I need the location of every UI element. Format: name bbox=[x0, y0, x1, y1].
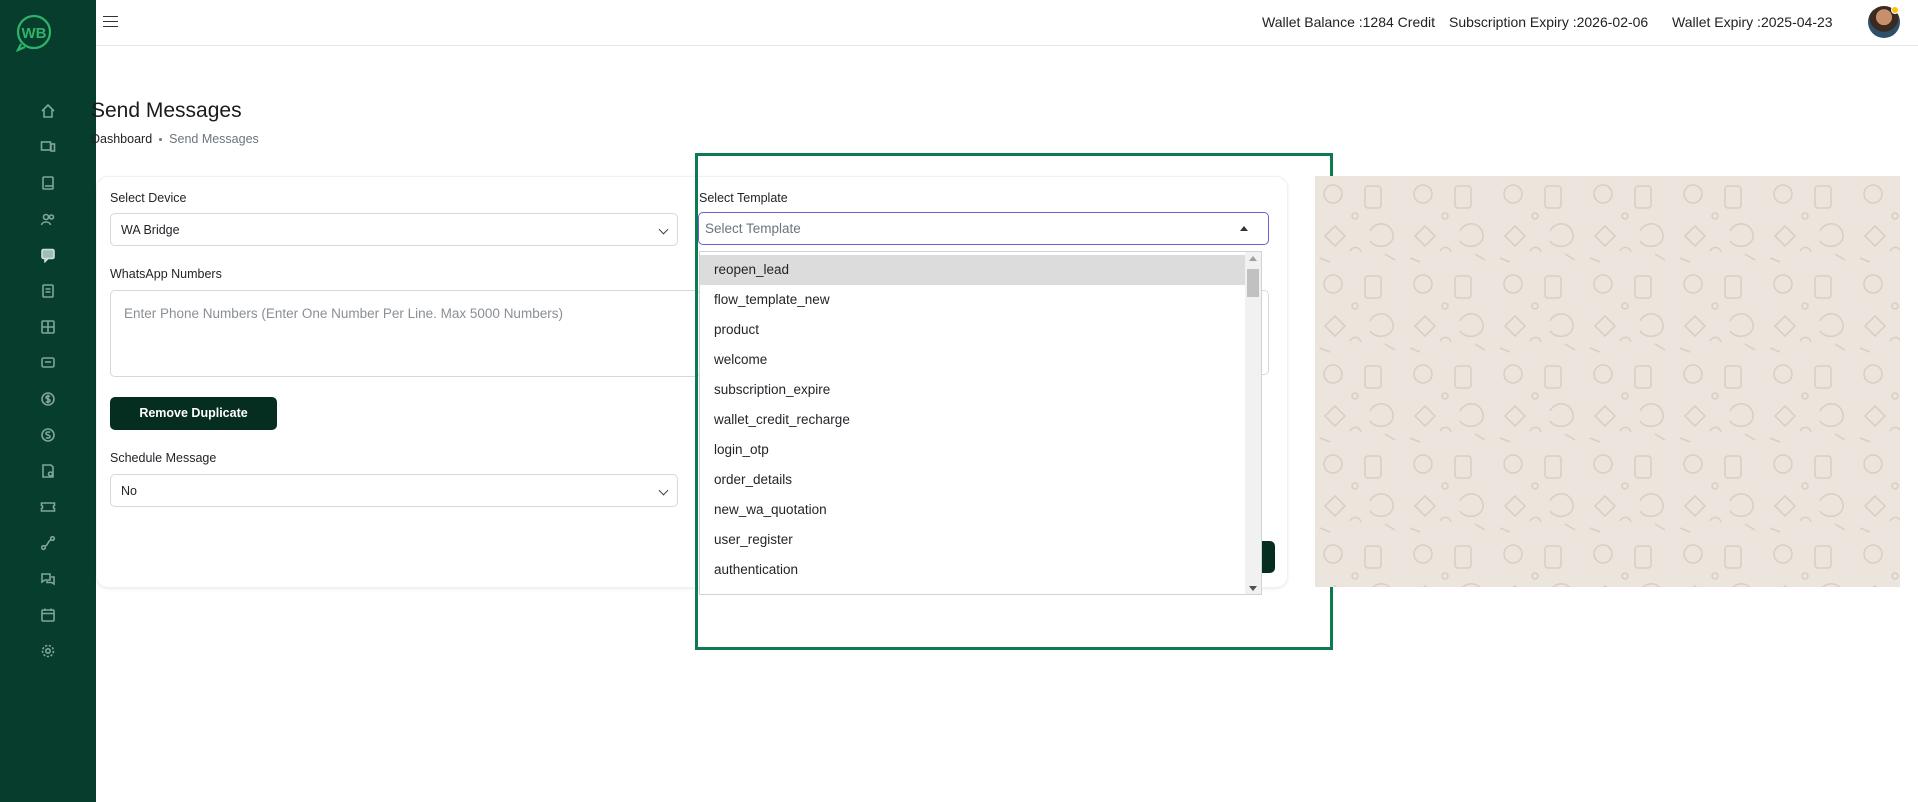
book-icon[interactable] bbox=[38, 173, 58, 193]
subscription-expiry: Subscription Expiry :2026-02-06 bbox=[1449, 14, 1649, 30]
breadcrumb-dashboard[interactable]: Dashboard bbox=[91, 132, 152, 146]
conversation-icon[interactable] bbox=[38, 569, 58, 589]
highlight-frame bbox=[695, 153, 1333, 650]
flow-icon[interactable] bbox=[38, 533, 58, 553]
phone-numbers-textarea[interactable]: Enter Phone Numbers (Enter One Number Pe… bbox=[110, 290, 700, 377]
grid-icon[interactable] bbox=[38, 317, 58, 337]
chevron-down-icon bbox=[658, 224, 669, 235]
remove-duplicate-button[interactable]: Remove Duplicate bbox=[110, 397, 277, 430]
ticket-icon[interactable] bbox=[38, 497, 58, 517]
document-icon[interactable] bbox=[38, 281, 58, 301]
breadcrumb: Dashboard Send Messages bbox=[91, 132, 259, 146]
logo-text: WB bbox=[22, 25, 47, 42]
home-icon[interactable] bbox=[38, 101, 58, 121]
schedule-select[interactable]: No bbox=[110, 474, 678, 507]
chevron-down-icon bbox=[658, 485, 669, 496]
wb-logo: WB bbox=[15, 14, 52, 52]
whatsapp-doodle-background bbox=[1315, 176, 1900, 587]
schedule-value: No bbox=[121, 484, 137, 498]
message-preview bbox=[1315, 176, 1900, 587]
schedule-label: Schedule Message bbox=[110, 451, 217, 465]
calendar-icon[interactable] bbox=[38, 605, 58, 625]
breadcrumb-separator bbox=[159, 138, 163, 142]
device-label: Select Device bbox=[110, 191, 187, 205]
device-select[interactable]: WA Bridge bbox=[110, 213, 678, 246]
send-message-icon[interactable] bbox=[38, 245, 58, 265]
status-dot bbox=[1891, 6, 1899, 14]
contacts-icon[interactable] bbox=[38, 209, 58, 229]
chat-icon[interactable] bbox=[38, 353, 58, 373]
breadcrumb-current: Send Messages bbox=[169, 132, 259, 146]
dollar-icon[interactable] bbox=[38, 389, 58, 409]
devices-icon[interactable] bbox=[38, 137, 58, 157]
wallet-balance: Wallet Balance :1284 Credit bbox=[1262, 14, 1436, 30]
settings-icon[interactable] bbox=[38, 641, 58, 661]
page-title: Send Messages bbox=[91, 99, 242, 122]
wallet-expiry: Wallet Expiry :2025-04-23 bbox=[1672, 14, 1833, 30]
sidebar: WB bbox=[0, 0, 96, 802]
device-value: WA Bridge bbox=[121, 223, 180, 237]
invoice-icon[interactable] bbox=[38, 461, 58, 481]
coin-icon[interactable] bbox=[38, 425, 58, 445]
menu-toggle-icon[interactable] bbox=[100, 12, 124, 32]
numbers-label: WhatsApp Numbers bbox=[110, 267, 222, 281]
